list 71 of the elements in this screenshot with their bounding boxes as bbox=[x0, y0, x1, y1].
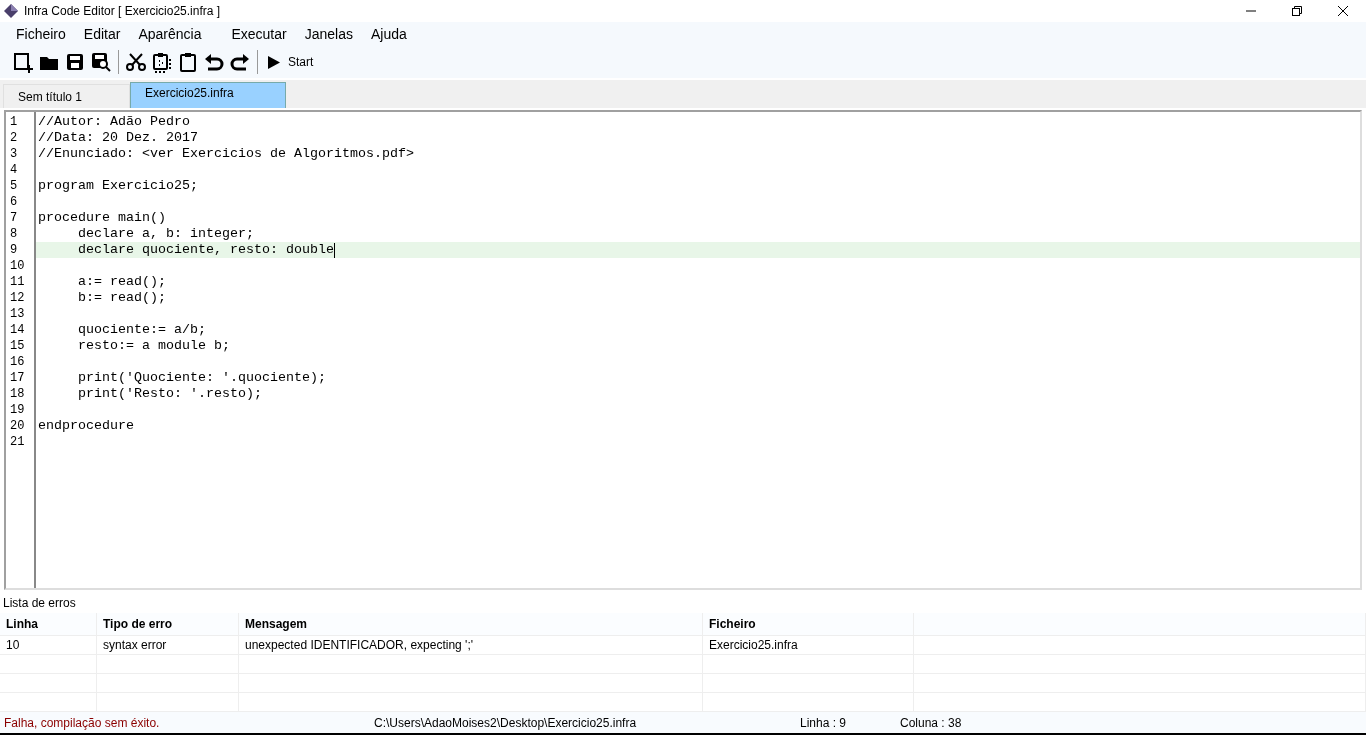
line-indicator: Linha : 9 bbox=[800, 715, 848, 730]
line-number: 19 bbox=[9, 402, 26, 418]
code-line: program Exercicio25; bbox=[38, 178, 198, 194]
editor-tab[interactable]: Sem título 1 bbox=[3, 84, 130, 108]
line-number: 7 bbox=[9, 210, 19, 226]
line-number: 5 bbox=[9, 178, 19, 194]
table-cell: unexpected IDENTIFICADOR, expecting ';' bbox=[239, 636, 703, 655]
code-line: quociente:= a/b; bbox=[77, 322, 206, 338]
code-line: a:= read(); bbox=[77, 274, 166, 290]
save-as-icon[interactable] bbox=[90, 51, 112, 73]
file-path: C:\Users\AdaoMoises2\Desktop\Exercicio25.infra bbox=[374, 715, 638, 730]
code-line: b:= read(); bbox=[77, 290, 166, 306]
code-line: declare a, b: integer; bbox=[77, 226, 254, 242]
table-cell: 10 bbox=[0, 636, 97, 655]
code-line: procedure main() bbox=[38, 210, 166, 226]
line-number: 13 bbox=[9, 306, 26, 322]
window-title: Infra Code Editor [ Exercicio25.infra ] bbox=[24, 4, 221, 18]
line-number: 6 bbox=[9, 194, 19, 210]
column-header: Mensagem bbox=[239, 613, 703, 636]
menu-item[interactable]: Janelas bbox=[296, 26, 361, 42]
code-line: //Data: 20 Dez. 2017 bbox=[38, 130, 198, 146]
line-number: 4 bbox=[9, 162, 19, 178]
line-number: 3 bbox=[9, 146, 19, 162]
table-cell: syntax error bbox=[97, 636, 239, 655]
code-line: print('Resto: '.resto); bbox=[77, 386, 262, 402]
play-icon bbox=[268, 55, 280, 69]
menu-item[interactable]: Ajuda bbox=[362, 26, 415, 42]
menu-item[interactable]: Editar bbox=[75, 26, 129, 42]
new-file-icon[interactable] bbox=[12, 51, 34, 73]
menu-item[interactable]: Aparência bbox=[130, 26, 210, 42]
column-header: Tipo de erro bbox=[97, 613, 239, 636]
app-logo-icon bbox=[4, 4, 18, 18]
line-number: 14 bbox=[9, 322, 26, 338]
line-number: 15 bbox=[9, 338, 26, 354]
editor-tab[interactable]: Exercicio25.infra bbox=[130, 82, 286, 108]
line-number: 1 bbox=[9, 114, 19, 130]
line-number: 12 bbox=[9, 290, 26, 306]
line-number: 20 bbox=[9, 418, 26, 434]
redo-icon[interactable] bbox=[229, 51, 251, 73]
line-number: 10 bbox=[9, 258, 26, 274]
menu-item[interactable]: Ficheiro bbox=[8, 26, 74, 42]
line-number: 8 bbox=[9, 226, 19, 242]
restore-icon[interactable] bbox=[1292, 6, 1302, 16]
code-line: resto:= a module b; bbox=[77, 338, 230, 354]
paste-special-icon[interactable] bbox=[151, 51, 173, 73]
code-line: endprocedure bbox=[38, 418, 134, 434]
panel-title: Lista de erros bbox=[2, 595, 77, 612]
clipboard-icon[interactable] bbox=[177, 51, 199, 73]
code-line: //Enunciado: <ver Exercicios de Algoritmos.pdf> bbox=[38, 146, 414, 162]
close-icon[interactable] bbox=[1338, 6, 1348, 16]
code-line: declare quociente, resto: double bbox=[77, 242, 334, 258]
code-line: print('Quociente: '.quociente); bbox=[77, 370, 326, 386]
text-cursor bbox=[333, 242, 335, 258]
status-message: Falha, compilação sem éxito. bbox=[3, 715, 161, 730]
column-header: Ficheiro bbox=[703, 613, 914, 636]
save-icon[interactable] bbox=[64, 51, 86, 73]
menu-item[interactable]: Executar bbox=[223, 26, 295, 42]
column-indicator: Coluna : 38 bbox=[900, 715, 962, 730]
line-number: 16 bbox=[9, 354, 26, 370]
scissors-icon[interactable] bbox=[125, 51, 147, 73]
start-button[interactable]: Start bbox=[264, 55, 318, 69]
undo-icon[interactable] bbox=[203, 51, 225, 73]
code-line: //Autor: Adão Pedro bbox=[38, 114, 190, 130]
table-cell: Exercicio25.infra bbox=[703, 636, 914, 655]
line-number: 18 bbox=[9, 386, 26, 402]
column-header: Linha bbox=[0, 613, 97, 636]
line-number: 21 bbox=[9, 434, 26, 450]
line-number: 11 bbox=[9, 274, 26, 290]
line-number: 9 bbox=[9, 242, 19, 258]
line-number: 17 bbox=[9, 370, 26, 386]
line-number: 2 bbox=[9, 130, 19, 146]
